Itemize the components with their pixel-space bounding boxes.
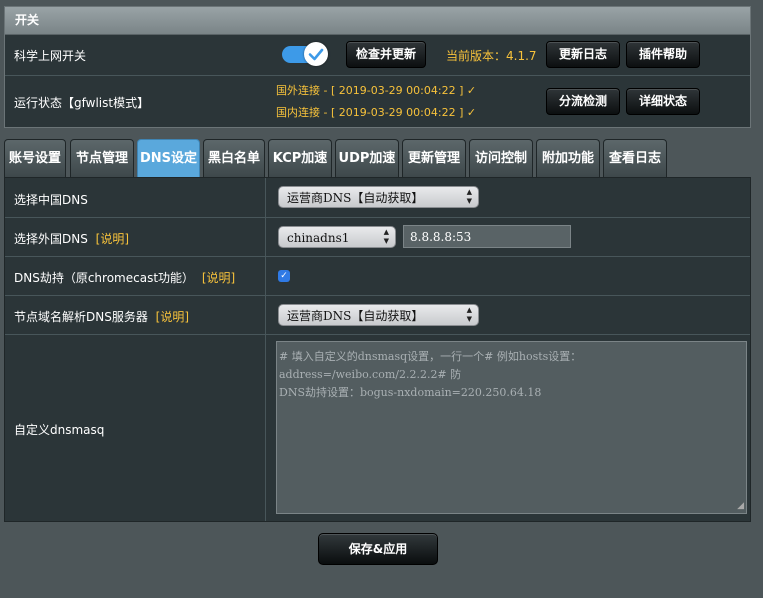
foreign-dns-select[interactable]: chinadns1 ▲ ▼ — [278, 226, 396, 248]
tab-udp[interactable]: UDP加速 — [335, 139, 399, 177]
checkmark-icon — [308, 48, 324, 61]
foreign-dns-value: chinadns1 — [287, 231, 350, 245]
dns-hijack-label-group: DNS劫持（原chromecast功能） [说明] — [14, 269, 235, 286]
dns-hijack-label: DNS劫持（原chromecast功能） — [14, 271, 195, 285]
status-label: 运行状态【gfwlist模式】 — [14, 96, 150, 110]
resize-grip-icon[interactable]: ◢ — [737, 502, 744, 511]
tab-access[interactable]: 访问控制 — [469, 139, 533, 177]
select-arrows-icon: ▲ ▼ — [383, 228, 389, 245]
select-arrows-icon: ▲ ▼ — [466, 188, 472, 205]
split-detect-button[interactable]: 分流检测 — [546, 88, 620, 115]
textarea-placeholder-line2: DNS劫持设置：bogus-nxdomain=220.250.64.18 — [279, 386, 542, 399]
switch-row: 科学上网开关 检查并更新 当前版本：4.1.7 更新日志 插件帮助 — [5, 35, 750, 76]
node-resolve-explain-link[interactable]: [说明] — [156, 310, 189, 324]
check-update-button[interactable]: 检查并更新 — [346, 41, 426, 68]
select-arrows-icon: ▲ ▼ — [466, 306, 472, 323]
tab-dns[interactable]: DNS设定 — [137, 139, 200, 177]
custom-dnsmasq-label: 自定义dnsmasq — [14, 423, 105, 437]
proxy-toggle[interactable] — [282, 42, 330, 66]
save-apply-button[interactable]: 保存&应用 — [318, 533, 438, 565]
changelog-button[interactable]: 更新日志 — [546, 41, 620, 68]
version-text: 当前版本：4.1.7 — [446, 49, 537, 63]
node-resolve-value: 运营商DNS【自动获取】 — [287, 309, 424, 323]
dns-hijack-explain-link[interactable]: [说明] — [202, 271, 235, 285]
tab-account[interactable]: 账号设置 — [4, 139, 66, 177]
tab-kcp[interactable]: KCP加速 — [268, 139, 332, 177]
foreign-status: 国外连接 - [ 2019-03-29 00:04:22 ] ✓ — [276, 84, 477, 97]
domestic-status: 国内连接 - [ 2019-03-29 00:04:22 ] ✓ — [276, 106, 477, 119]
status-row: 运行状态【gfwlist模式】 国外连接 - [ 2019-03-29 00:0… — [5, 76, 750, 127]
foreign-dns-label-group: 选择外国DNS [说明] — [14, 230, 129, 247]
china-dns-value: 运营商DNS【自动获取】 — [287, 191, 424, 205]
toggle-knob — [304, 42, 328, 66]
textarea-placeholder-line1: # 填入自定义的dnsmasq设置，一行一个# 例如hosts设置：addres… — [279, 350, 582, 381]
plugin-help-button[interactable]: 插件帮助 — [626, 41, 700, 68]
china-dns-label: 选择中国DNS — [14, 193, 88, 207]
china-dns-row: 选择中国DNS 运营商DNS【自动获取】 ▲ ▼ — [5, 178, 750, 218]
foreign-dns-explain-link[interactable]: [说明] — [96, 232, 129, 246]
tab-update[interactable]: 更新管理 — [402, 139, 466, 177]
switch-section: 开关 科学上网开关 检查并更新 当前版本：4.1.7 更新日志 插件帮助 运行状… — [4, 6, 751, 128]
dns-settings-table: 选择中国DNS 运营商DNS【自动获取】 ▲ ▼ 选择外国DNS [说明] chi… — [4, 177, 751, 522]
tab-nodes[interactable]: 节点管理 — [70, 139, 134, 177]
detail-status-button[interactable]: 详细状态 — [626, 88, 700, 115]
node-resolve-label-group: 节点域名解析DNS服务器 [说明] — [14, 308, 189, 325]
node-resolve-label: 节点域名解析DNS服务器 — [14, 310, 148, 324]
foreign-dns-server-input[interactable]: 8.8.8.8:53 — [403, 225, 571, 248]
dns-hijack-row: DNS劫持（原chromecast功能） [说明] ✓ — [5, 257, 750, 296]
tab-extra[interactable]: 附加功能 — [536, 139, 600, 177]
switch-label: 科学上网开关 — [14, 49, 87, 63]
tab-blackwhite[interactable]: 黑白名单 — [203, 139, 265, 177]
section-title: 开关 — [5, 7, 750, 35]
dns-hijack-checkbox[interactable]: ✓ — [278, 270, 290, 282]
china-dns-select[interactable]: 运营商DNS【自动获取】 ▲ ▼ — [278, 186, 479, 208]
custom-dnsmasq-textarea[interactable]: # 填入自定义的dnsmasq设置，一行一个# 例如hosts设置：addres… — [276, 341, 747, 514]
node-resolve-row: 节点域名解析DNS服务器 [说明] 运营商DNS【自动获取】 ▲ ▼ — [5, 296, 750, 335]
tab-log[interactable]: 查看日志 — [603, 139, 667, 177]
node-resolve-select[interactable]: 运营商DNS【自动获取】 ▲ ▼ — [278, 304, 479, 326]
foreign-dns-row: 选择外国DNS [说明] chinadns1 ▲ ▼ 8.8.8.8:53 — [5, 218, 750, 257]
foreign-dns-label: 选择外国DNS — [14, 232, 88, 246]
